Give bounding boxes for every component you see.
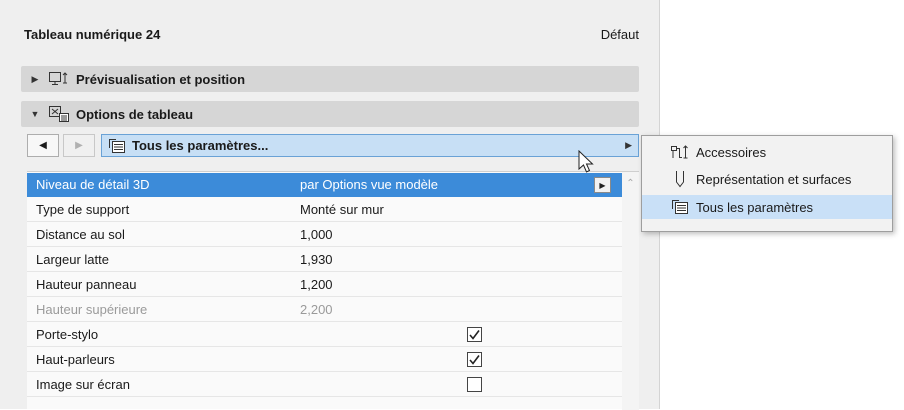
representation-icon: [669, 170, 691, 188]
triangle-right-icon: ▶: [599, 180, 606, 190]
next-page-button[interactable]: ▶: [63, 134, 95, 157]
menu-item-label: Représentation et surfaces: [696, 171, 852, 187]
accessories-icon: [669, 143, 691, 161]
checkmark-icon: [469, 330, 480, 340]
menu-item-representation[interactable]: Représentation et surfaces: [642, 167, 892, 191]
settings-panel: Tableau numérique 24 Défaut ▶ Prévisuali…: [0, 0, 660, 410]
table-row[interactable]: Largeur latte 1,930: [27, 248, 622, 272]
table-row[interactable]: Image sur écran: [27, 373, 622, 397]
section-label: Prévisualisation et position: [76, 71, 246, 87]
selected-page-label: Tous les paramètres...: [132, 138, 269, 153]
expand-triangle-icon[interactable]: ▶: [30, 74, 40, 85]
checkbox-unchecked[interactable]: [467, 377, 482, 392]
menu-item-label: Tous les paramètres: [696, 199, 814, 215]
default-button[interactable]: Défaut: [601, 27, 639, 42]
table-row: Hauteur supérieure 2,200: [27, 298, 622, 322]
param-value[interactable]: 1,200: [300, 277, 333, 292]
parameter-table: Niveau de détail 3D par Options vue modè…: [27, 171, 639, 410]
table-row[interactable]: Type de support Monté sur mur: [27, 198, 622, 222]
all-parameters-icon: [108, 138, 126, 154]
collapse-triangle-icon[interactable]: ▼: [30, 109, 40, 119]
menu-item-accessories[interactable]: Accessoires: [642, 140, 892, 164]
table-row[interactable]: Distance au sol 1,000: [27, 223, 622, 247]
param-name: Hauteur supérieure: [36, 302, 148, 317]
param-name: Type de support: [36, 202, 130, 217]
param-name: Image sur écran: [36, 377, 130, 392]
triangle-left-icon: ◀: [39, 140, 47, 151]
param-name: Distance au sol: [36, 227, 125, 242]
dropdown-arrow-button[interactable]: ▶: [594, 177, 611, 193]
triangle-right-icon: ▶: [75, 140, 83, 151]
param-name: Hauteur panneau: [36, 277, 137, 292]
param-value[interactable]: Monté sur mur: [300, 202, 384, 217]
param-name: Porte-stylo: [36, 327, 99, 342]
param-value: 2,200: [300, 302, 333, 317]
table-row[interactable]: Haut-parleurs: [27, 348, 622, 372]
table-row[interactable]: Niveau de détail 3D par Options vue modè…: [27, 173, 622, 197]
page-popup-menu: Accessoires Représentation et surfaces T…: [641, 135, 893, 232]
param-value[interactable]: 1,930: [300, 252, 333, 267]
mouse-pointer-icon: [578, 150, 594, 173]
menu-item-all-parameters[interactable]: Tous les paramètres: [642, 195, 892, 219]
table-row[interactable]: Porte-stylo: [27, 323, 622, 347]
checkmark-icon: [469, 355, 480, 365]
section-table-options[interactable]: ▼ Options de tableau: [21, 101, 639, 127]
table-scrollbar[interactable]: ⌃: [622, 172, 639, 410]
param-value[interactable]: 1,000: [300, 227, 333, 242]
panel-title: Tableau numérique 24: [24, 27, 161, 42]
previous-page-button[interactable]: ◀: [27, 134, 59, 157]
param-name: Haut-parleurs: [36, 352, 115, 367]
table-options-icon: [48, 105, 70, 123]
table-row[interactable]: Hauteur panneau 1,200: [27, 273, 622, 297]
menu-item-label: Accessoires: [696, 144, 767, 160]
triangle-right-icon: ▶: [625, 140, 632, 150]
page-navigator: ◀ ▶ Tous les paramètres... ▶: [27, 134, 639, 158]
param-name: Largeur latte: [36, 252, 109, 267]
checkbox-checked[interactable]: [467, 352, 482, 367]
checkbox-checked[interactable]: [467, 327, 482, 342]
param-name: Niveau de détail 3D: [36, 177, 150, 192]
preview-position-icon: [48, 70, 70, 88]
section-preview-position[interactable]: ▶ Prévisualisation et position: [21, 66, 639, 92]
page-selector-dropdown[interactable]: Tous les paramètres... ▶: [101, 134, 639, 157]
section-label: Options de tableau: [76, 106, 194, 122]
all-parameters-icon: [669, 198, 691, 216]
scroll-up-arrow-icon[interactable]: ⌃: [622, 178, 639, 189]
param-value: par Options vue modèle: [300, 177, 439, 192]
